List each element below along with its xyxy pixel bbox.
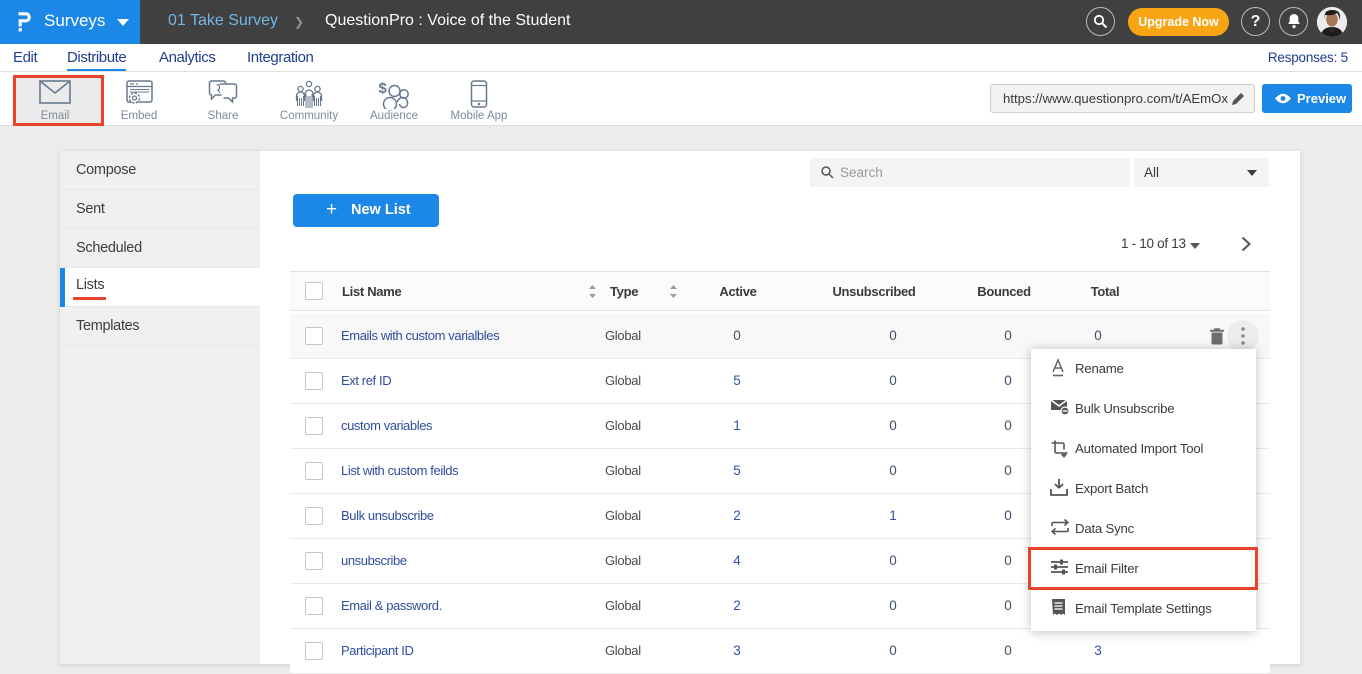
svg-text:$: $ — [379, 80, 388, 97]
